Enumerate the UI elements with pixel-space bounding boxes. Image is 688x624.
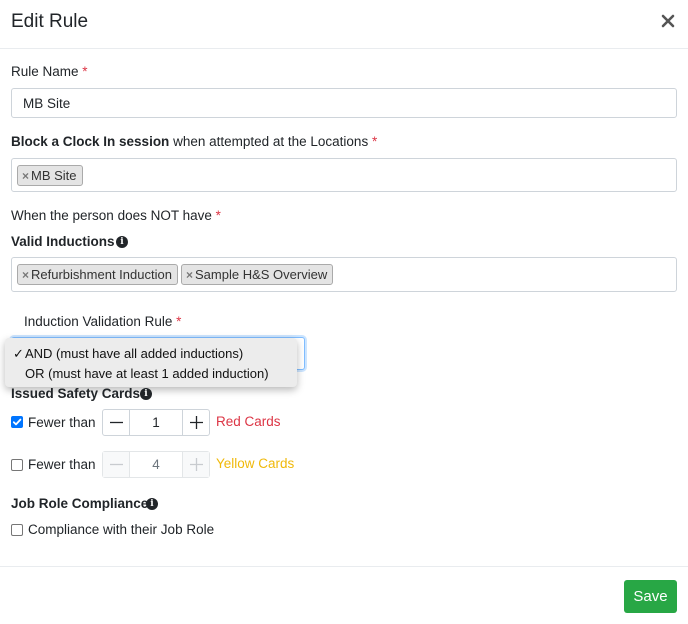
- inductions-multiselect[interactable]: × Refurbishment Induction × Sample H&S Ove…: [11, 257, 677, 292]
- info-icon[interactable]: i: [146, 498, 158, 510]
- plus-icon: [190, 458, 203, 471]
- decrement-button[interactable]: [103, 410, 130, 435]
- footer-divider: [0, 566, 688, 567]
- induction-tag: × Sample H&S Overview: [181, 264, 334, 285]
- red-cards-stepper: 1: [102, 409, 210, 436]
- required-marker: *: [371, 134, 378, 149]
- locations-multiselect[interactable]: × MB Site: [11, 158, 677, 192]
- validation-rule-dropdown: ✓AND (must have all added inductions) OR…: [5, 338, 297, 387]
- decrement-button[interactable]: [103, 452, 130, 477]
- yellow-cards-stepper: 4: [102, 451, 210, 478]
- checkmark-icon: ✓: [13, 346, 24, 361]
- location-tag: × MB Site: [17, 165, 83, 186]
- fewer-than-label: Fewer than: [28, 457, 96, 472]
- condition-label: When the person does NOT have *: [11, 208, 221, 223]
- rule-name-label: Rule Name *: [11, 64, 88, 79]
- fewer-than-label: Fewer than: [28, 415, 96, 430]
- increment-button[interactable]: [182, 452, 209, 477]
- induction-tag: × Refurbishment Induction: [17, 264, 178, 285]
- red-cards-checkbox[interactable]: [11, 416, 23, 428]
- required-marker: *: [82, 64, 88, 79]
- close-button[interactable]: [658, 10, 678, 32]
- red-cards-value[interactable]: 1: [130, 410, 182, 435]
- increment-button[interactable]: [182, 410, 209, 435]
- validation-rule-label: Induction Validation Rule *: [24, 314, 182, 329]
- modal-header: Edit Rule: [0, 0, 688, 49]
- minus-icon: [110, 463, 123, 466]
- tag-remove-button[interactable]: ×: [186, 268, 193, 282]
- tag-remove-button[interactable]: ×: [22, 169, 29, 183]
- locations-label: Block a Clock In session when attempted …: [11, 134, 378, 149]
- red-cards-label: Red Cards: [216, 414, 281, 429]
- safety-cards-label: Issued Safety Cards: [11, 386, 141, 401]
- rule-name-value: MB Site: [23, 96, 71, 111]
- plus-icon: [190, 416, 203, 429]
- save-button[interactable]: Save: [624, 580, 677, 613]
- valid-inductions-label: Valid Inductions: [11, 234, 115, 249]
- modal-title: Edit Rule: [11, 11, 89, 32]
- checkmark-icon: [12, 418, 22, 426]
- minus-icon: [110, 421, 123, 424]
- yellow-cards-value[interactable]: 4: [130, 452, 182, 477]
- job-role-checkbox[interactable]: [11, 524, 23, 536]
- job-role-checkbox-label: Compliance with their Job Role: [28, 522, 215, 537]
- option-and[interactable]: ✓AND (must have all added inductions): [5, 344, 297, 364]
- job-role-label: Job Role Compliance: [11, 496, 149, 511]
- required-marker: *: [215, 208, 221, 223]
- required-marker: *: [176, 314, 182, 329]
- yellow-cards-label: Yellow Cards: [216, 456, 295, 471]
- info-icon[interactable]: i: [116, 236, 128, 248]
- tag-remove-button[interactable]: ×: [22, 268, 29, 282]
- info-icon[interactable]: i: [140, 388, 152, 400]
- yellow-cards-checkbox[interactable]: [11, 459, 23, 471]
- close-icon: [661, 14, 675, 28]
- option-or[interactable]: OR (must have at least 1 added induction…: [5, 364, 297, 384]
- rule-name-input[interactable]: MB Site: [11, 88, 677, 118]
